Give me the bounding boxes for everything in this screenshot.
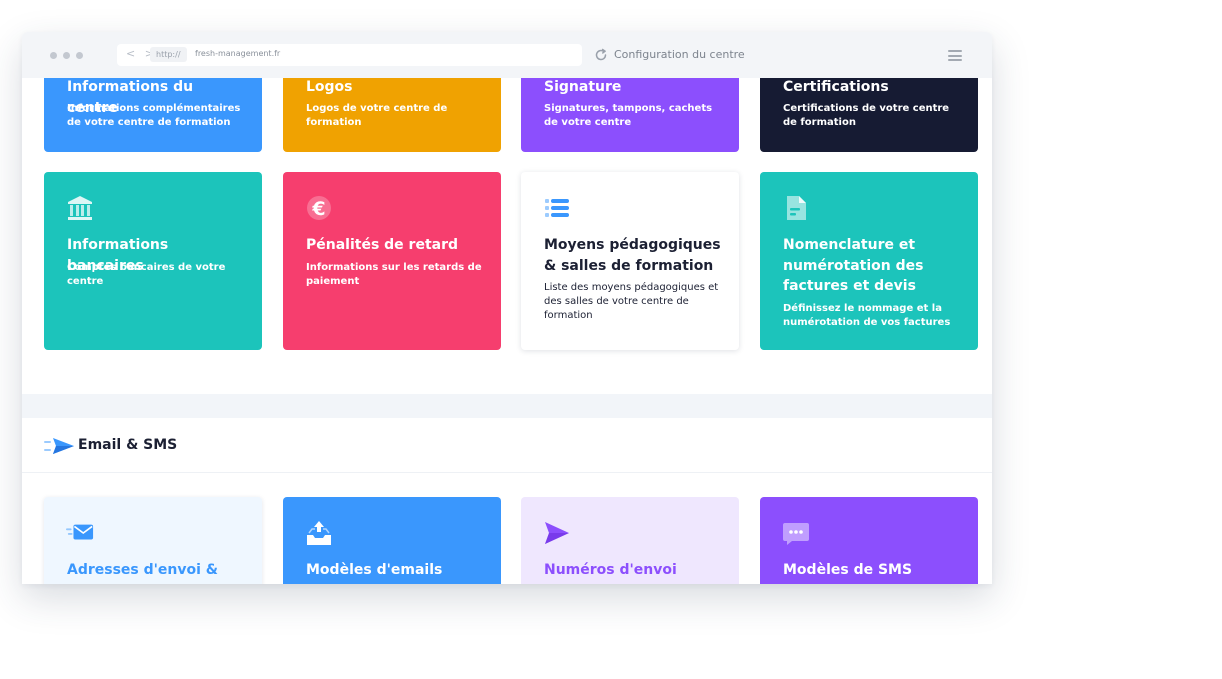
list-icon — [545, 199, 569, 217]
page-title: Configuration du centre — [614, 48, 745, 61]
browser-toolbar: < > http:// fresh-management.fr Configur… — [22, 32, 992, 78]
email-icon — [66, 524, 94, 540]
card-title: Moyens pédagogiques & salles de formatio… — [544, 237, 721, 274]
svg-text:€: € — [311, 198, 325, 220]
send-icon — [545, 522, 569, 544]
url-domain: fresh-management.fr — [195, 49, 281, 58]
card-informations-bancaires[interactable]: Informations bancaires Comptes bancaires… — [44, 172, 262, 350]
section-header-email-sms: Email & SMS — [22, 418, 992, 473]
card-description: Liste des moyens pédagogiques et des sal… — [544, 282, 719, 321]
card-description: Comptes bancaires de votre centre — [67, 262, 226, 287]
card-description: Logos de votre centre de formation — [306, 103, 448, 128]
card-modeles-emails[interactable]: Modèles d'emails — [283, 497, 501, 584]
chat-bubble-icon — [783, 523, 809, 545]
refresh-icon[interactable] — [594, 48, 608, 62]
card-description: Certifications de votre centre de format… — [783, 103, 950, 128]
card-adresses-envoi[interactable]: Adresses d'envoi & — [44, 497, 262, 584]
section-title: Email & SMS — [78, 437, 178, 453]
card-description: Informations complémentaires de votre ce… — [67, 103, 241, 128]
card-title: Certifications — [783, 79, 889, 95]
card-moyens-pedagogiques[interactable]: Moyens pédagogiques & salles de formatio… — [521, 172, 739, 350]
card-title: Numéros d'envoi — [544, 562, 677, 578]
browser-window: Informations du centre Informations comp… — [22, 32, 992, 584]
paper-plane-icon — [44, 438, 74, 454]
window-dot-close[interactable] — [50, 52, 57, 59]
bank-icon — [68, 196, 92, 220]
section-divider — [22, 394, 992, 418]
card-modeles-sms[interactable]: Modèles de SMS — [760, 497, 978, 584]
euro-icon: € — [307, 196, 331, 220]
card-numeros-envoi[interactable]: Numéros d'envoi — [521, 497, 739, 584]
protocol-label: http:// — [150, 47, 187, 62]
window-dot-maximize[interactable] — [76, 52, 83, 59]
card-title: Adresses d'envoi & — [67, 562, 219, 578]
card-title: Modèles de SMS — [783, 562, 913, 578]
card-nomenclature-factures[interactable]: Nomenclature et numérotation des facture… — [760, 172, 978, 350]
card-title: Signature — [544, 79, 622, 95]
window-dot-minimize[interactable] — [63, 52, 70, 59]
document-icon — [787, 196, 806, 220]
card-title: Nomenclature et numérotation des facture… — [783, 237, 924, 294]
card-penalites-retard[interactable]: € Pénalités de retard Informations sur l… — [283, 172, 501, 350]
card-description: Signatures, tampons, cachets de votre ce… — [544, 103, 713, 128]
card-title: Modèles d'emails — [306, 562, 443, 578]
hamburger-menu-icon[interactable] — [948, 50, 962, 61]
address-bar[interactable]: < > http:// fresh-management.fr — [117, 44, 582, 66]
card-description: Informations sur les retards de paiement — [306, 262, 482, 287]
card-title: Logos — [306, 79, 353, 95]
card-description: Définissez le nommage et la numérotation… — [783, 303, 951, 328]
inbox-upload-icon — [307, 521, 331, 545]
card-title: Pénalités de retard — [306, 237, 459, 253]
